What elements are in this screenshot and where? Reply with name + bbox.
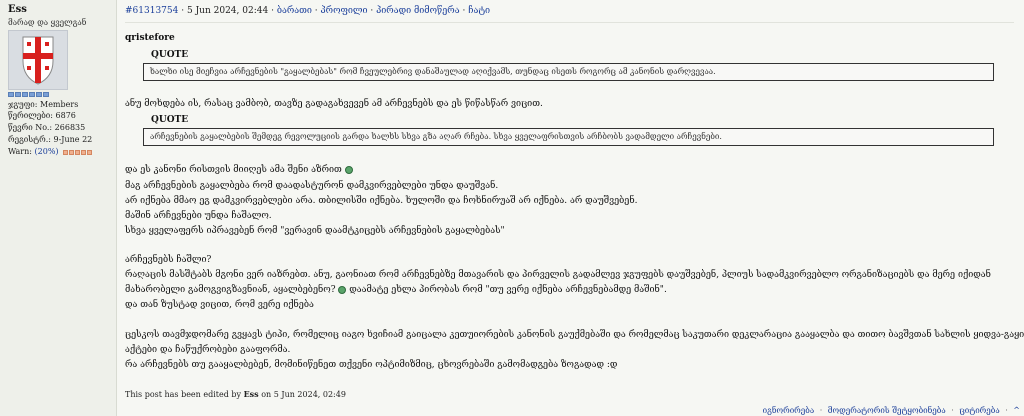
warn-pip xyxy=(87,149,93,155)
quote-box-1: ხალხი ისე მიეჩვია არჩევნების "გაყალბებას… xyxy=(143,63,994,81)
posts-value: 6876 xyxy=(55,111,76,120)
body-text: და ეს კანონი რისთვის მიიღეს ამა შენი აზრ… xyxy=(125,165,353,175)
stat-group: ჯგუფი: Members xyxy=(8,100,78,109)
quote-link[interactable]: ციტირება xyxy=(959,406,999,415)
post-footer-actions: იგნორირება · მოდერატორის შეტყობინება · ც… xyxy=(763,406,1020,415)
post-id-link[interactable]: #61313754 xyxy=(125,6,178,16)
body-text: არ იქნება მმაო ეგ დამკვირვებლები არა. თბ… xyxy=(125,196,638,206)
separator: · xyxy=(370,6,374,16)
body-text: მაგ არჩევნების გაყალბება რომ დაადასტურონ… xyxy=(125,181,499,191)
action-chat[interactable]: ჩატი xyxy=(468,6,490,16)
header-divider xyxy=(125,22,1014,23)
rank-pip xyxy=(43,92,49,97)
quote-label: QUOTE xyxy=(151,115,189,125)
group-value: Members xyxy=(40,100,79,109)
body-text: რა არჩევნებს თუ გააყალბებენ, მომინიწენეთ… xyxy=(125,360,618,370)
author-panel: Ess მარად და ყველგან ჯგუფი: Members წერი… xyxy=(0,0,117,416)
rank-pip xyxy=(36,92,42,97)
quote-label: QUOTE xyxy=(151,50,189,60)
body-text: აქტები და ჩაწუქრობები გააფორმა. xyxy=(125,345,291,355)
member-title: მარად და ყველგან xyxy=(8,18,87,27)
separator: · xyxy=(1005,406,1008,415)
warn-level-bar xyxy=(63,149,93,155)
body-text: სხვა ყველაფერს იპრავებენ რომ "ვერავინ და… xyxy=(125,226,505,236)
body-text-span: მახარობელი გამოგვიგზავნიან, აყალბებენო? xyxy=(125,285,336,295)
stat-warn: Warn: (20%) xyxy=(8,147,93,156)
edit-note-suffix: on 5 Jun 2024, 02:49 xyxy=(261,390,346,399)
separator: · xyxy=(314,6,318,16)
stat-member-no: წევრი No.: 266835 xyxy=(8,123,85,132)
member-no-label: წევრი No.: xyxy=(8,123,53,132)
warn-pip xyxy=(69,149,75,155)
separator: · xyxy=(462,6,466,16)
warn-pip xyxy=(75,149,81,155)
rank-pip xyxy=(8,92,14,97)
report-moderator-link[interactable]: მოდერატორის შეტყობინება xyxy=(828,406,946,415)
rank-pip xyxy=(15,92,21,97)
member-no-value: 266835 xyxy=(54,123,86,132)
rank-pip xyxy=(22,92,28,97)
body-text: მახარობელი გამოგვიგზავნიან, აყალბებენო? … xyxy=(125,285,667,295)
stat-posts: წერილები: 6876 xyxy=(8,111,76,120)
rank-pips xyxy=(8,92,49,97)
post-header: #61313754 · 5 Jun 2024, 02:44 · ბარათი ·… xyxy=(125,6,490,16)
separator: · xyxy=(819,406,823,415)
registered-value: 9-June 22 xyxy=(53,135,93,144)
warn-value[interactable]: (20%) xyxy=(35,147,59,156)
avatar[interactable] xyxy=(8,30,68,90)
body-text: ცესკოს თავმჯდომარე გვყავს ტიპი, რომელიც … xyxy=(125,330,1024,340)
body-text: ანუ მოხდება ის, რასაც ვამბობ, თავზე გადა… xyxy=(125,99,543,109)
quote-box-2: არჩევნების გაყალბების შემდეგ რევოლუციის … xyxy=(143,128,994,146)
body-text: მაშინ არჩევნები უნდა ჩაშალო. xyxy=(125,211,272,221)
globe-smiley-icon xyxy=(344,165,353,174)
rank-pip xyxy=(29,92,35,97)
body-text-span: დაამატე ეხლა პირობას რომ "თუ ვერე იქნება… xyxy=(349,285,667,295)
action-card[interactable]: ბარათი xyxy=(277,6,312,16)
edit-note-prefix: This post has been edited by xyxy=(125,390,242,399)
group-label: ჯგუფი: xyxy=(8,100,38,109)
ignore-link[interactable]: იგნორირება xyxy=(763,406,815,415)
action-profile[interactable]: პროფილი xyxy=(321,6,368,16)
forum-post: Ess მარად და ყველგან ჯგუფი: Members წერი… xyxy=(0,0,1024,416)
stat-registered: რეგისტრ.: 9-June 22 xyxy=(8,135,92,144)
post-content: #61313754 · 5 Jun 2024, 02:44 · ბარათი ·… xyxy=(117,0,1024,416)
separator: · xyxy=(271,6,274,16)
edit-note: This post has been edited by Ess on 5 Ju… xyxy=(125,389,346,399)
separator: · xyxy=(951,406,954,415)
warn-pip xyxy=(63,149,69,155)
body-text: არჩევნებს ჩაშლი? xyxy=(125,255,212,265)
posts-label: წერილები: xyxy=(8,111,53,120)
post-date: 5 Jun 2024, 02:44 xyxy=(186,6,269,16)
author-name[interactable]: Ess xyxy=(8,4,27,15)
warn-pip xyxy=(81,149,87,155)
registered-label: რეგისტრ.: xyxy=(8,135,51,144)
body-text-span: და ეს კანონი რისთვის მიიღეს ამა შენი აზრ… xyxy=(125,165,342,175)
warn-label: Warn: xyxy=(8,147,32,156)
body-text: რაღაცის მასშტაბს მგონი ვერ იაზრებთ. ანუ,… xyxy=(125,270,991,280)
globe-smiley-icon xyxy=(338,285,347,294)
action-private-message[interactable]: პირადი მიმოწერა xyxy=(376,6,459,16)
body-text: და თან ზუსტად ვიცით, რომ ვერე იქნება xyxy=(125,300,314,310)
top-link[interactable]: ^ xyxy=(1013,406,1020,415)
separator: · xyxy=(181,6,185,16)
edit-note-author[interactable]: Ess xyxy=(244,389,259,399)
quoted-author: qristefore xyxy=(125,33,175,43)
avatar-image xyxy=(9,31,67,89)
